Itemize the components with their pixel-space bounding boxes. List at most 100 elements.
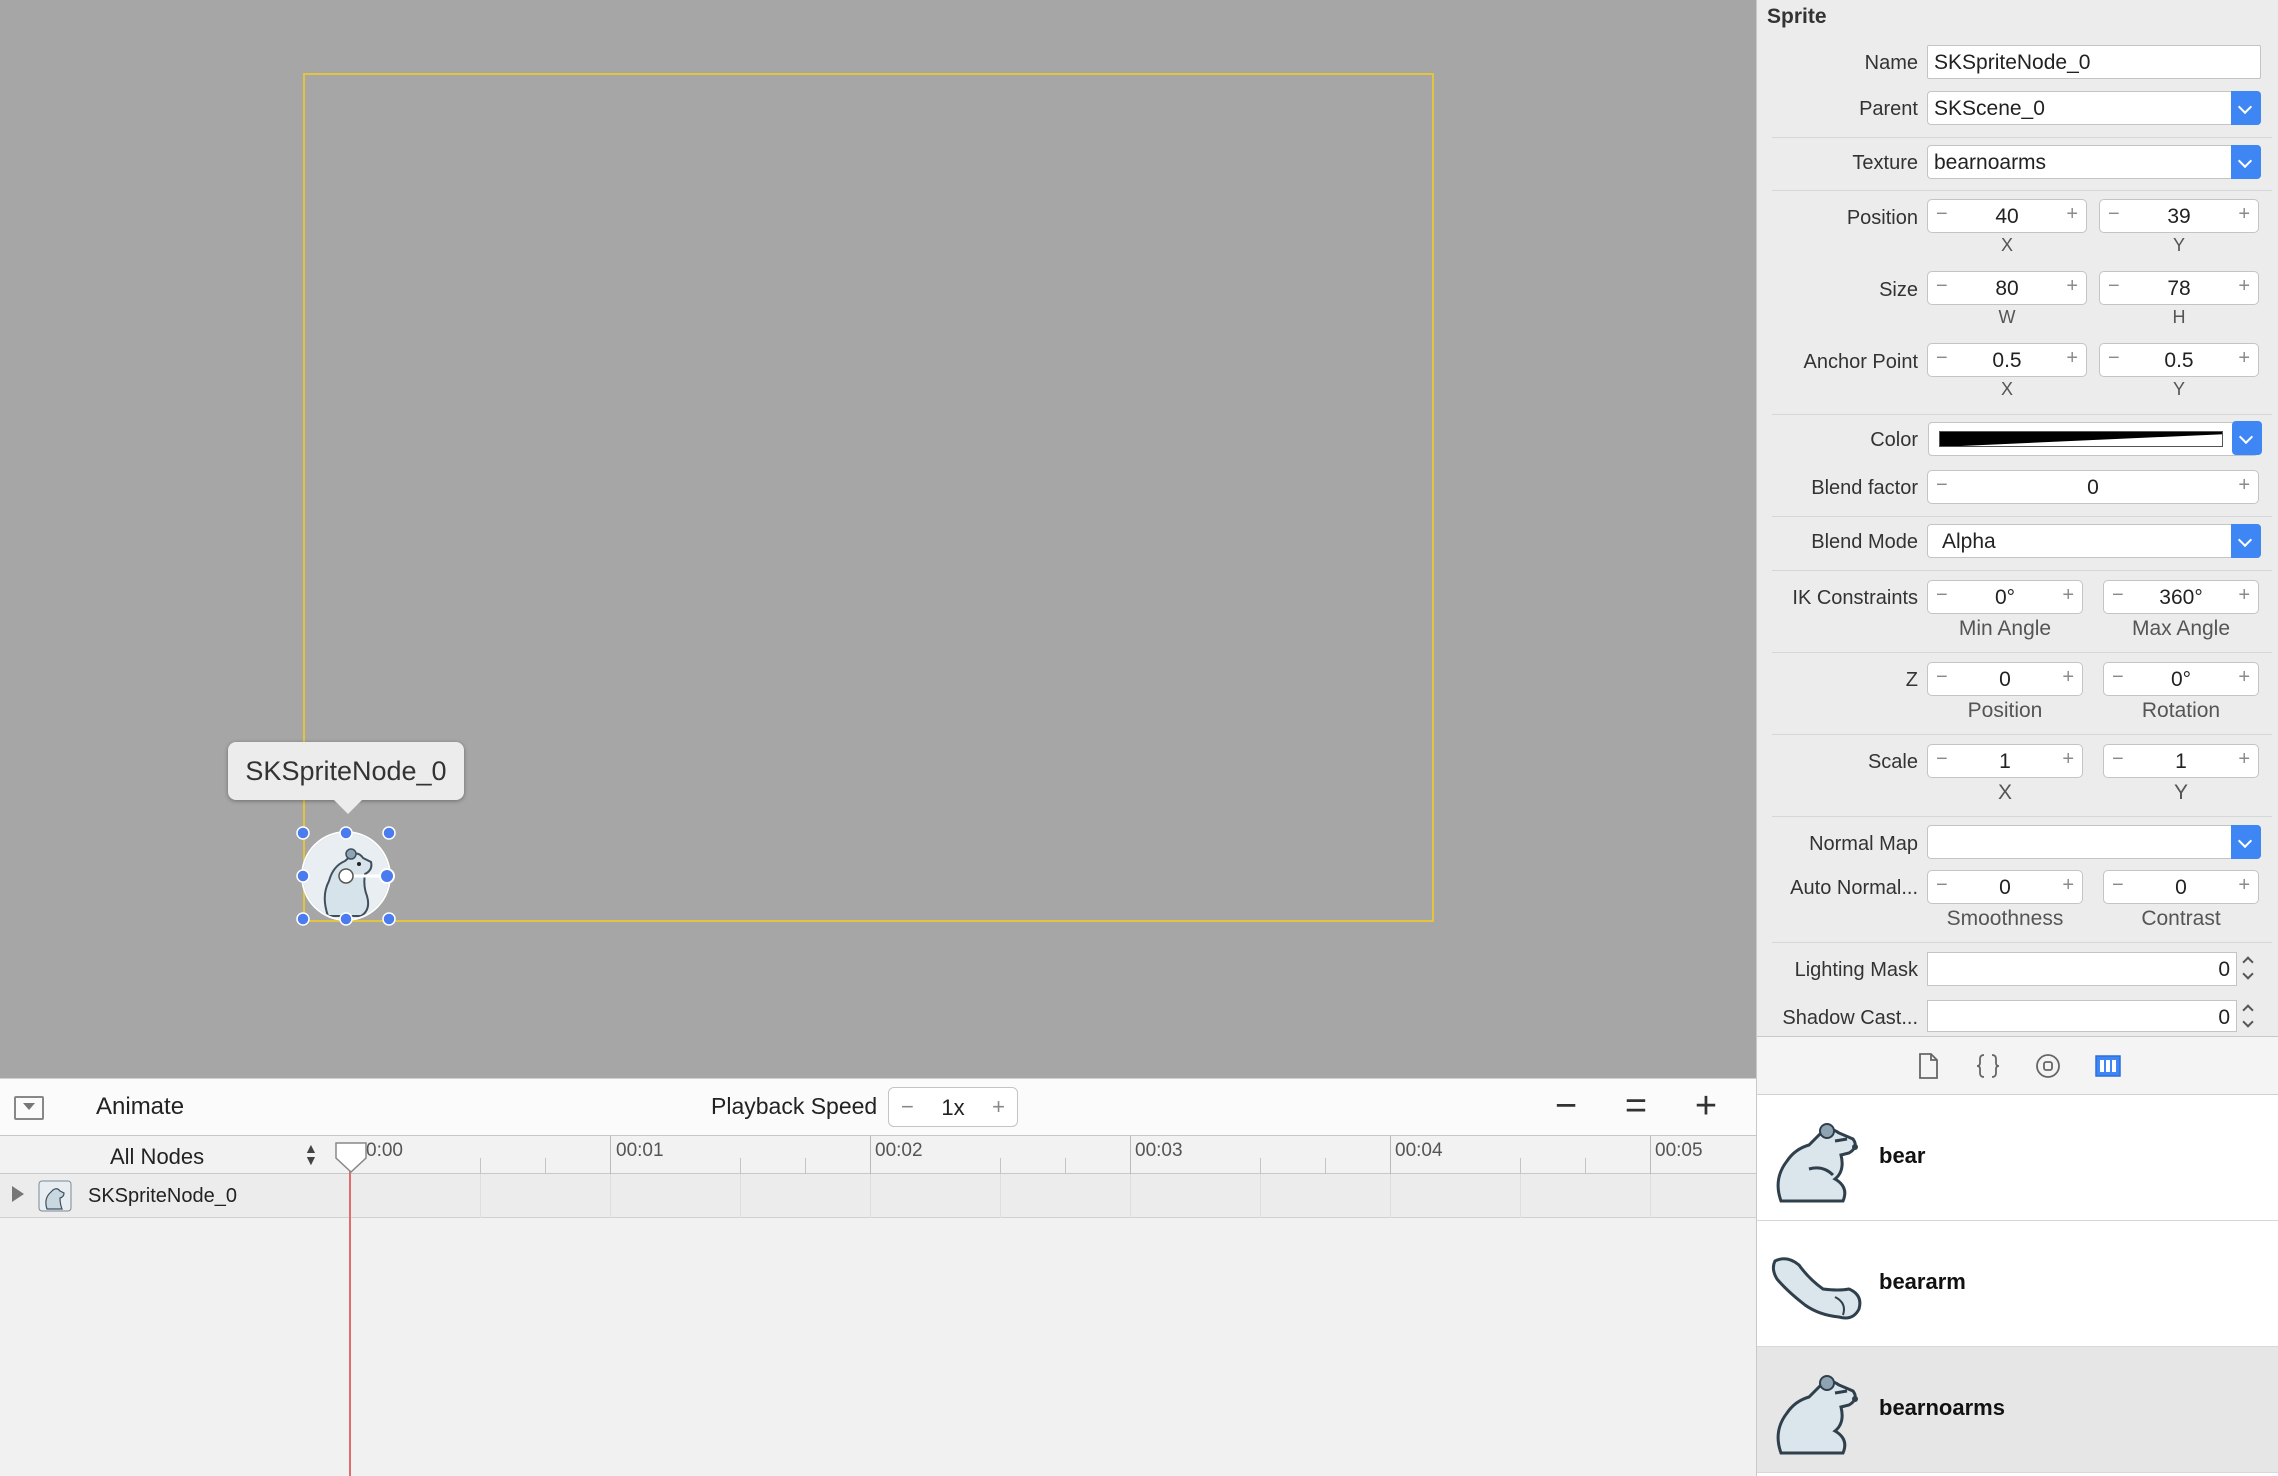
disclosure-triangle-icon[interactable] bbox=[12, 1186, 24, 1202]
normal-map-popup[interactable] bbox=[1927, 825, 2261, 859]
timeline-toggle-icon[interactable] bbox=[14, 1096, 44, 1120]
scale-x-caption: X bbox=[1997, 781, 2012, 804]
auto-normal-label: Auto Normal... bbox=[1790, 877, 1918, 899]
smoothness-stepper[interactable]: −0 + bbox=[1927, 870, 2083, 904]
size-h-stepper[interactable]: −78 + bbox=[2099, 271, 2259, 305]
lighting-mask-field[interactable]: 0 bbox=[1927, 952, 2237, 986]
circle-target-icon[interactable] bbox=[2033, 1051, 2063, 1081]
scale-y-stepper[interactable]: −1 + bbox=[2103, 744, 2259, 778]
blend-factor-stepper[interactable]: −0 + bbox=[1927, 470, 2259, 504]
increment-button[interactable]: + bbox=[2062, 666, 2074, 689]
increment-button[interactable]: + bbox=[2238, 347, 2250, 370]
node-tooltip-label: SKSpriteNode_0 bbox=[245, 755, 447, 786]
tick-minor bbox=[1000, 1158, 1001, 1174]
position-y-stepper[interactable]: −39 + bbox=[2099, 199, 2259, 233]
increment-button[interactable]: + bbox=[2062, 748, 2074, 771]
library-item-name: beararm bbox=[1879, 1269, 1966, 1294]
braces-icon[interactable] bbox=[1973, 1051, 2003, 1081]
texture-popup-value: bearnoarms bbox=[1934, 151, 2047, 174]
contrast-stepper[interactable]: −0 + bbox=[2103, 870, 2259, 904]
ik-max-angle-stepper[interactable]: −360° + bbox=[2103, 580, 2259, 614]
color-popup-button[interactable] bbox=[2230, 421, 2262, 456]
grid-line bbox=[610, 1174, 611, 1218]
increment-button[interactable]: + bbox=[2238, 584, 2250, 607]
scale-x-value[interactable]: 1 bbox=[1928, 750, 2082, 774]
increment-button[interactable]: + bbox=[2238, 474, 2250, 497]
grid-line bbox=[1260, 1174, 1261, 1218]
anchor-x-stepper[interactable]: −0.5 + bbox=[1927, 343, 2087, 377]
zoom-out-button[interactable]: − bbox=[1546, 1085, 1586, 1128]
selected-sprite[interactable] bbox=[293, 826, 399, 926]
divider bbox=[1772, 190, 2272, 191]
anchor-y-caption: Y bbox=[2172, 379, 2185, 399]
library-item-name: bear bbox=[1879, 1143, 1926, 1168]
position-x-value[interactable]: 40 bbox=[1928, 205, 2086, 229]
increment-button[interactable]: + bbox=[2066, 275, 2078, 298]
smoothness-value[interactable]: 0 bbox=[1928, 876, 2082, 900]
increment-button[interactable]: + bbox=[2238, 874, 2250, 897]
z-position-value[interactable]: 0 bbox=[1928, 668, 2082, 692]
blend-mode-popup[interactable]: Alpha bbox=[1927, 524, 2261, 558]
timeline[interactable]: All Nodes ▲ ▼ 0:00 00:01 00:02 00:03 00:0… bbox=[0, 1136, 1756, 1476]
parent-popup[interactable]: SKScene_0 bbox=[1927, 91, 2261, 125]
position-y-value[interactable]: 39 bbox=[2100, 205, 2258, 229]
library-item[interactable]: beararm bbox=[1757, 1221, 2278, 1347]
position-x-stepper[interactable]: −40 + bbox=[1927, 199, 2087, 233]
scale-x-stepper[interactable]: −1 + bbox=[1927, 744, 2083, 778]
blend-factor-value[interactable]: 0 bbox=[1928, 476, 2258, 500]
anchor-y-value[interactable]: 0.5 bbox=[2100, 349, 2258, 373]
z-position-stepper[interactable]: −0 + bbox=[1927, 662, 2083, 696]
increment-button[interactable]: + bbox=[2066, 347, 2078, 370]
node-name: SKSpriteNode_0 bbox=[88, 1185, 237, 1207]
lighting-mask-stepper-icon[interactable] bbox=[2240, 952, 2256, 986]
anchor-x-value[interactable]: 0.5 bbox=[1928, 349, 2086, 373]
color-well[interactable] bbox=[1928, 422, 2258, 456]
shadow-cast-field[interactable]: 0 bbox=[1927, 1000, 2237, 1032]
animate-bar: Animate Playback Speed − 1x + − = + bbox=[0, 1078, 1756, 1136]
scale-y-value[interactable]: 1 bbox=[2104, 750, 2258, 774]
file-icon[interactable] bbox=[1913, 1051, 1943, 1081]
ik-max-value[interactable]: 360° bbox=[2104, 586, 2258, 610]
library-item-selected[interactable]: bearnoarms bbox=[1757, 1347, 2278, 1473]
increment-button[interactable]: + bbox=[2238, 203, 2250, 226]
name-field[interactable]: SKSpriteNode_0 bbox=[1927, 45, 2261, 79]
anchor-y-stepper[interactable]: −0.5 + bbox=[2099, 343, 2259, 377]
size-h-value[interactable]: 78 bbox=[2100, 277, 2258, 301]
scene-canvas[interactable]: SKSpriteNode_0 bbox=[0, 0, 1756, 1078]
increment-button[interactable]: + bbox=[2062, 584, 2074, 607]
size-w-stepper[interactable]: −80 + bbox=[1927, 271, 2087, 305]
tick-label: 00:04 bbox=[1395, 1140, 1443, 1161]
ik-min-value[interactable]: 0° bbox=[1928, 586, 2082, 610]
library-item-name: bearnoarms bbox=[1879, 1395, 2005, 1420]
increment-button[interactable]: + bbox=[2238, 748, 2250, 771]
increment-button[interactable]: + bbox=[2238, 666, 2250, 689]
timeline-ruler[interactable]: All Nodes ▲ ▼ 0:00 00:01 00:02 00:03 00:0… bbox=[0, 1136, 1756, 1174]
nodes-filter-popup[interactable]: All Nodes bbox=[110, 1144, 204, 1170]
shadow-cast-stepper-icon[interactable] bbox=[2240, 1000, 2256, 1032]
media-library-icon[interactable] bbox=[2093, 1051, 2123, 1081]
grid-line bbox=[1650, 1174, 1651, 1218]
divider bbox=[1772, 414, 2272, 415]
anchor-x-caption: X bbox=[2000, 379, 2013, 399]
zoom-in-button[interactable]: + bbox=[1686, 1085, 1726, 1128]
speed-increase-button[interactable]: + bbox=[992, 1094, 1005, 1120]
animate-title: Animate bbox=[96, 1093, 185, 1120]
size-w-value[interactable]: 80 bbox=[1928, 277, 2086, 301]
increment-button[interactable]: + bbox=[2066, 203, 2078, 226]
playback-speed-stepper[interactable]: − 1x + bbox=[888, 1087, 1018, 1127]
media-library: bear beararm bearnoarms bbox=[1756, 1036, 2278, 1476]
zoom-fit-button[interactable]: = bbox=[1616, 1085, 1656, 1128]
library-item[interactable]: bear bbox=[1757, 1095, 2278, 1221]
z-rotation-value[interactable]: 0° bbox=[2104, 668, 2258, 692]
timeline-node-row[interactable]: SKSpriteNode_0 bbox=[0, 1174, 1756, 1218]
tick-major bbox=[1390, 1136, 1391, 1174]
ik-min-angle-stepper[interactable]: −0° + bbox=[1927, 580, 2083, 614]
z-rotation-stepper[interactable]: −0° + bbox=[2103, 662, 2259, 696]
texture-popup[interactable]: bearnoarms bbox=[1927, 145, 2261, 179]
chevron-updown-icon bbox=[2232, 421, 2262, 455]
increment-button[interactable]: + bbox=[2062, 874, 2074, 897]
playhead-handle[interactable] bbox=[333, 1140, 369, 1174]
increment-button[interactable]: + bbox=[2238, 275, 2250, 298]
chevron-updown-icon bbox=[2231, 524, 2261, 558]
contrast-value[interactable]: 0 bbox=[2104, 876, 2258, 900]
